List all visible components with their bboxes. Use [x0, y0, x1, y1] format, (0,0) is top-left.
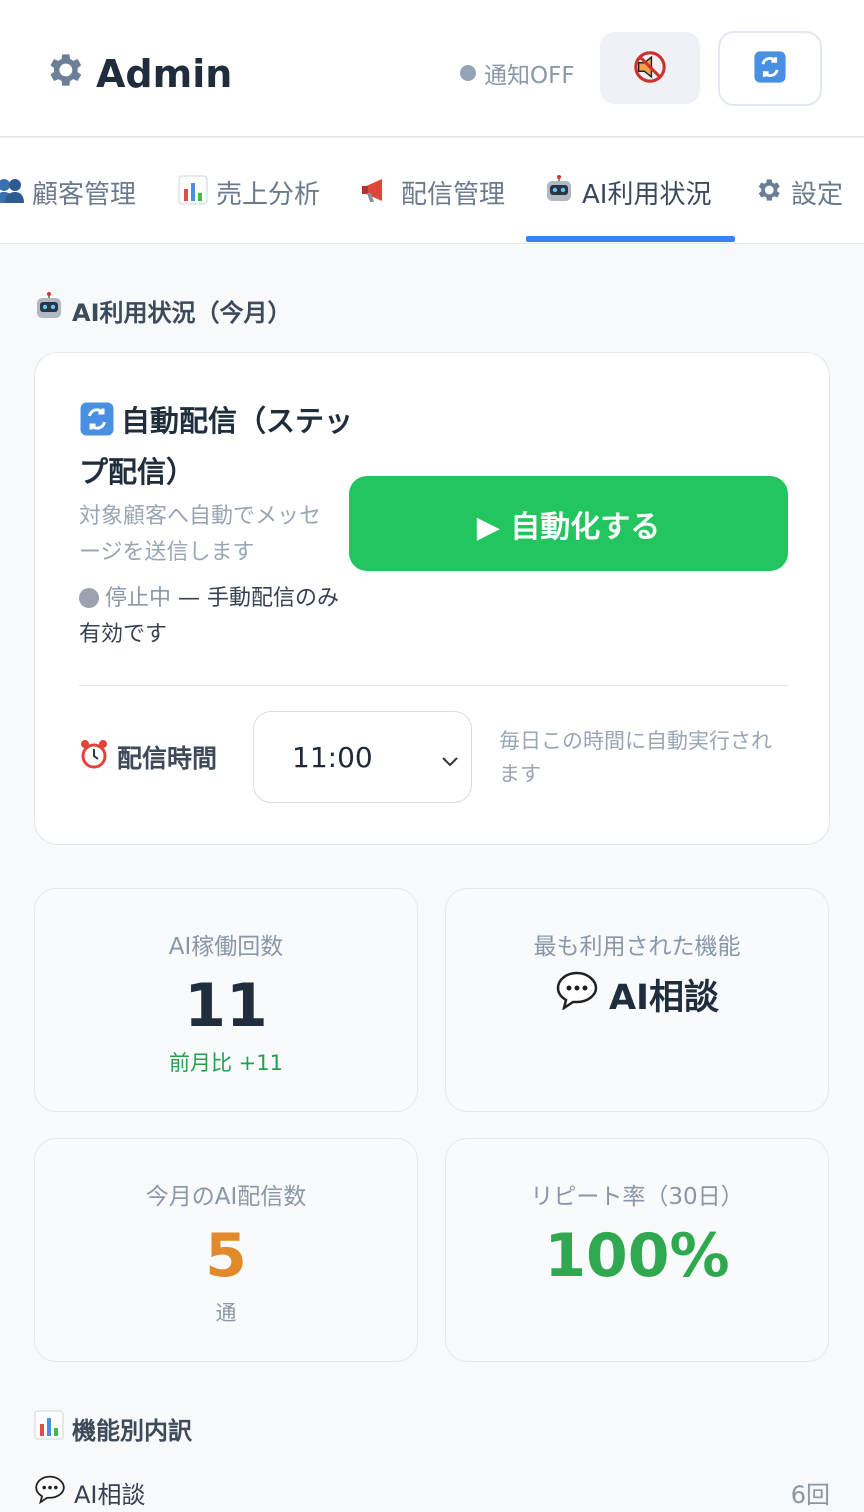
breakdown-title-text: 機能別内訳 — [72, 1416, 192, 1445]
stat-label: 今月のAI配信数 — [145, 1184, 307, 1210]
tab-label: 配信管理 — [401, 179, 506, 210]
stat-card-ai-runs: AI稼働回数 11 前月比 +11 — [34, 888, 418, 1112]
robot-icon — [544, 175, 574, 209]
tab-sales[interactable]: 売上分析 — [178, 172, 320, 212]
app-title: Admin — [96, 51, 233, 96]
megaphone-icon — [361, 176, 393, 208]
tab-label: 売上分析 — [216, 179, 321, 210]
section-title-text: AI利用状況（今月） — [72, 298, 292, 327]
bar-chart-icon — [34, 1410, 64, 1446]
list-item: AI相談 6回 — [34, 1474, 830, 1510]
auto-delivery-title-text: 自動配信（ステップ配信） — [79, 404, 354, 489]
mute-button[interactable] — [600, 32, 700, 104]
tab-customers[interactable]: 顧客管理 — [0, 172, 136, 212]
auto-delivery-card: 自動配信（ステップ配信） 対象顧客へ自動でメッセージを送信します 停止中 — 手… — [34, 352, 830, 845]
chevron-down-icon — [439, 746, 461, 779]
stat-card-repeat-rate: リピート率（30日） 100% — [445, 1138, 829, 1362]
active-tab-indicator — [526, 236, 735, 242]
list-item-value: 6回 — [790, 1480, 830, 1509]
speech-bubble-icon — [34, 1474, 66, 1510]
stat-value: 11 — [184, 971, 268, 1041]
notify-status-text: 通知OFF — [484, 63, 575, 89]
tab-ai-usage[interactable]: AI利用状況 — [544, 172, 711, 212]
list-item-label-text: AI相談 — [74, 1480, 146, 1509]
stat-label: リピート率（30日） — [530, 1184, 744, 1210]
stat-card-top-feature: 最も利用された機能 AI相談 — [445, 888, 829, 1112]
divider — [79, 685, 788, 686]
status-dot — [460, 65, 476, 81]
stat-value: 100% — [544, 1221, 730, 1291]
stat-feature-name: AI相談 — [608, 978, 720, 1018]
status-label: 停止中 — [105, 586, 172, 611]
delivery-time-note: 毎日この時間に自動実行されます — [499, 729, 772, 786]
tab-label: 設定 — [791, 179, 844, 210]
delivery-time-label: 配信時間 — [79, 739, 217, 775]
auto-delivery-status: 停止中 — 手動配信のみ有効です — [79, 581, 359, 653]
status-dot — [79, 588, 99, 608]
notify-status: 通知OFF — [460, 56, 575, 90]
tab-label: AI利用状況 — [582, 179, 712, 210]
automate-button[interactable]: ▶ 自動化する — [349, 476, 788, 571]
robot-icon — [34, 292, 64, 328]
stat-value: 5 — [205, 1221, 247, 1291]
delivery-time-label-text: 配信時間 — [117, 744, 218, 773]
muted-speaker-icon — [633, 50, 667, 87]
stat-sub: 通 — [215, 1301, 237, 1325]
brand: Admin — [42, 48, 232, 99]
tab-settings[interactable]: 設定 — [753, 172, 843, 212]
auto-delivery-description: 対象顧客へ自動でメッセージを送信します — [79, 504, 322, 565]
stat-card-ai-deliveries: 今月のAI配信数 5 通 — [34, 1138, 418, 1362]
stat-sub: 前月比 +11 — [169, 1051, 283, 1075]
bar-chart-icon — [178, 175, 208, 209]
list-item-label: AI相談 — [34, 1474, 146, 1510]
refresh-icon — [79, 401, 115, 450]
people-icon — [0, 177, 24, 207]
gear-icon — [42, 48, 86, 99]
app-header: Admin 通知OFF — [0, 0, 864, 137]
stat-value: AI相談 — [446, 969, 828, 1020]
delivery-time-select[interactable]: 11:00 — [253, 711, 472, 803]
gear-icon — [753, 175, 783, 209]
alarm-clock-icon — [79, 739, 109, 775]
tab-delivery[interactable]: 配信管理 — [361, 172, 505, 212]
refresh-icon — [753, 50, 787, 87]
speech-bubble-icon — [555, 970, 599, 1019]
refresh-button[interactable] — [718, 31, 822, 106]
tab-label: 顧客管理 — [32, 179, 137, 210]
section-title: AI利用状況（今月） — [34, 292, 292, 328]
breakdown-title: 機能別内訳 — [34, 1410, 192, 1446]
tab-bar: 顧客管理 売上分析 配信管理 AI利用状況 設定 — [0, 138, 864, 244]
stat-label: 最も利用された機能 — [533, 934, 741, 960]
auto-delivery-title: 自動配信（ステップ配信） — [79, 399, 359, 495]
stat-label: AI稼働回数 — [168, 934, 284, 960]
delivery-time-value: 11:00 — [292, 740, 373, 774]
